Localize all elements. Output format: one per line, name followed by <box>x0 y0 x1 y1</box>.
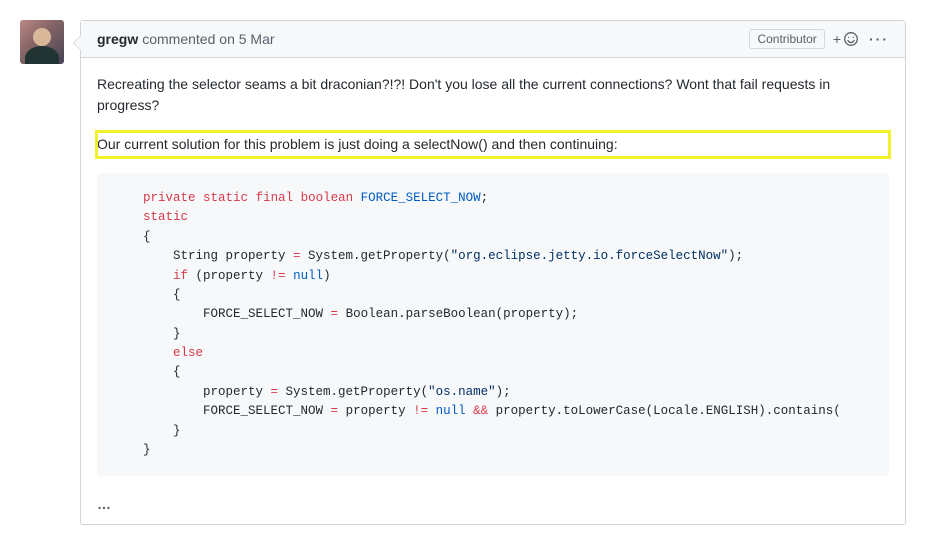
comment-container: gregw commented on 5 Mar Contributor + <box>20 20 906 525</box>
code-block: private static final boolean FORCE_SELEC… <box>97 173 889 476</box>
highlighted-text: Our current solution for this problem is… <box>97 132 889 157</box>
comment-timestamp[interactable]: on 5 Mar <box>219 31 274 47</box>
comment-box: gregw commented on 5 Mar Contributor + <box>80 20 906 525</box>
plus-icon: + <box>833 31 841 47</box>
more-options-button[interactable]: ··· <box>869 31 889 47</box>
expand-button[interactable]: … <box>81 492 905 524</box>
role-badge: Contributor <box>749 29 824 49</box>
smiley-icon <box>843 31 859 47</box>
avatar[interactable] <box>20 20 64 64</box>
kebab-icon: ··· <box>869 31 889 47</box>
comment-author[interactable]: gregw <box>97 31 138 47</box>
comment-paragraph: Recreating the selector seams a bit drac… <box>97 74 889 116</box>
comment-body: Recreating the selector seams a bit drac… <box>81 58 905 492</box>
add-reaction-button[interactable]: + <box>833 31 859 47</box>
comment-action: commented <box>142 31 215 47</box>
comment-header: gregw commented on 5 Mar Contributor + <box>81 21 905 58</box>
